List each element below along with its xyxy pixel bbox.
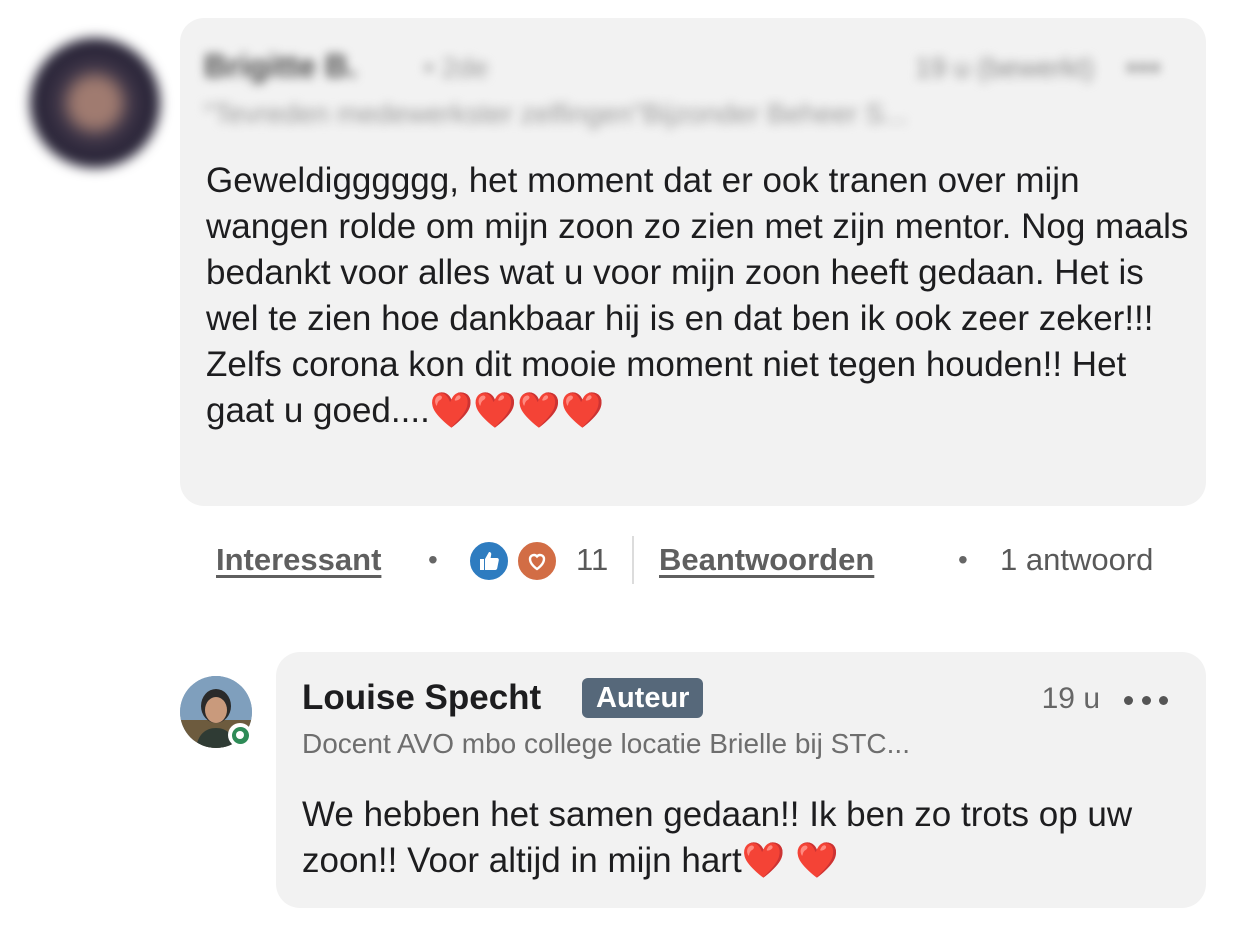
comment-timestamp: 19 u (bewerkt) [915, 52, 1094, 83]
more-icon[interactable]: ••• [1127, 52, 1162, 84]
author-badge: Auteur [582, 678, 704, 718]
reply-author-headline: Docent AVO mbo college locatie Brielle b… [302, 728, 910, 759]
divider [632, 536, 634, 584]
react-button[interactable]: Interessant [216, 542, 381, 578]
like-reaction-icon[interactable] [468, 540, 510, 582]
comment-bubble: Brigitte B. • 2de 19 u (bewerkt) ••• "Te… [180, 18, 1206, 506]
reply-text-body: We hebben het samen gedaan!! Ik ben zo t… [302, 795, 1133, 880]
replies-count-link[interactable]: 1 antwoord [1000, 542, 1153, 578]
comment-header: Brigitte B. • 2de 19 u (bewerkt) ••• "Te… [204, 48, 1174, 138]
heart-emojis: ❤️❤️❤️❤️ [429, 391, 605, 430]
comment-actions: Interessant • 11 Beantwoorden • 1 antwoo… [216, 536, 1176, 586]
online-status-icon [228, 723, 252, 747]
separator-dot: • [428, 544, 438, 575]
reply-author-name[interactable]: Louise Specht [302, 678, 541, 718]
reply-text: We hebben het samen gedaan!! Ik ben zo t… [302, 792, 1182, 884]
love-reaction-icon[interactable] [516, 540, 558, 582]
reply-button[interactable]: Beantwoorden [659, 542, 874, 578]
separator-dot: • [958, 544, 968, 575]
reply-timestamp: 19 u [1041, 682, 1100, 715]
reply-bubble: Louise Specht Auteur 19 u Docent AVO mbo… [276, 652, 1206, 908]
comment-text-body: Geweldigggggg, het moment dat er ook tra… [206, 161, 1189, 430]
commenter-headline: "Tevreden medewerkster zelfingen"Bijzond… [204, 98, 908, 129]
connection-degree: • 2de [424, 52, 489, 83]
more-icon[interactable] [1124, 692, 1168, 708]
commenter-name[interactable]: Brigitte B. [204, 48, 357, 85]
comment-thread: Brigitte B. • 2de 19 u (bewerkt) ••• "Te… [0, 0, 1242, 936]
reaction-count[interactable]: 11 [576, 542, 608, 578]
comment-text: Geweldigggggg, het moment dat er ook tra… [206, 158, 1196, 434]
commenter-avatar[interactable] [30, 38, 160, 168]
heart-emojis: ❤️ ❤️ [741, 841, 839, 880]
